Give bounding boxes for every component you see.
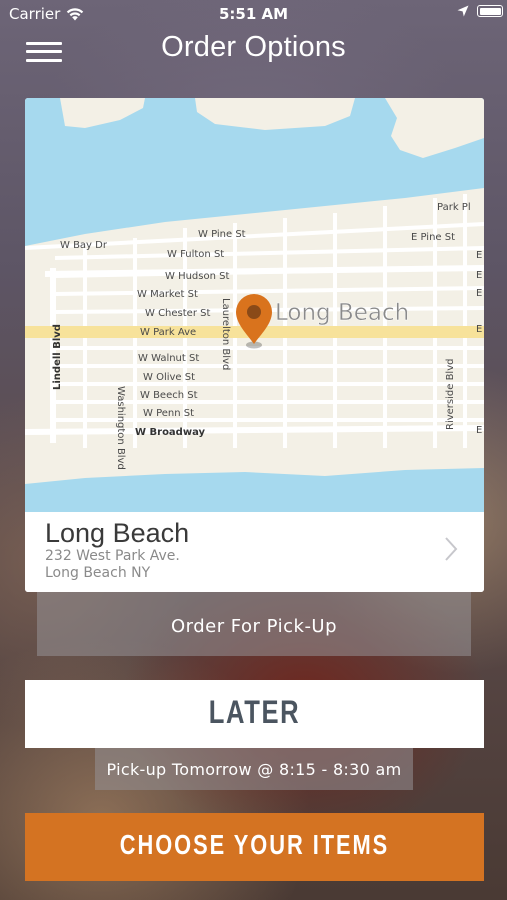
choose-items-label: CHOOSE YOUR ITEMS — [119, 829, 390, 860]
street-riverside-blvd: Riverside Blvd — [445, 359, 456, 430]
order-type-pickup[interactable]: Order For Pick-Up — [37, 592, 471, 656]
location-address-line2: Long Beach NY — [45, 565, 151, 581]
street-w-olive-st: W Olive St — [143, 372, 195, 383]
street-w-beech-st: W Beech St — [140, 390, 198, 401]
status-right — [457, 5, 503, 17]
street-w-market-st: W Market St — [137, 289, 198, 300]
location-card: Park Pl W Bay Dr W Pine St E Pine St W F… — [25, 98, 484, 592]
order-type-label: Order For Pick-Up — [170, 616, 338, 637]
street-edge-e4: E — [476, 324, 482, 335]
location-name: Long Beach — [45, 518, 190, 548]
street-w-penn-st: W Penn St — [143, 408, 194, 419]
location-info[interactable]: Long Beach 232 West Park Ave. Long Beach… — [25, 512, 484, 592]
street-laurelton-blvd: Laurelton Blvd — [220, 298, 231, 370]
street-lindell-blvd: Lindell Blvd — [52, 324, 63, 390]
location-map[interactable]: Park Pl W Bay Dr W Pine St E Pine St W F… — [25, 98, 484, 512]
street-edge-e3: E — [476, 288, 482, 299]
street-w-pine-st: W Pine St — [198, 229, 246, 240]
street-w-walnut-st: W Walnut St — [138, 353, 199, 364]
street-park-pl: Park Pl — [437, 202, 471, 213]
street-w-bay-dr: W Bay Dr — [60, 240, 108, 251]
status-bar: Carrier 5:51 AM — [0, 0, 507, 28]
pickup-time-info: Pick-up Tomorrow @ 8:15 - 8:30 am — [95, 748, 413, 790]
location-arrow-icon — [457, 5, 469, 17]
choose-items-button[interactable]: CHOOSE YOUR ITEMS — [25, 813, 484, 881]
location-address-line1: 232 West Park Ave. — [45, 548, 180, 564]
street-w-hudson-st: W Hudson St — [165, 271, 229, 282]
later-button[interactable]: LATER — [25, 680, 484, 748]
street-washington-blvd: Washington Blvd — [115, 386, 126, 470]
chevron-right-icon — [445, 537, 458, 561]
street-w-fulton-st: W Fulton St — [167, 249, 224, 260]
battery-icon — [477, 5, 503, 17]
street-w-park-ave: W Park Ave — [140, 327, 196, 338]
street-w-broadway: W Broadway — [135, 427, 206, 438]
street-edge-e5: E — [476, 425, 482, 436]
page-title: Order Options — [161, 31, 346, 63]
status-time: 5:51 AM — [218, 5, 289, 23]
map-place-label: Long Beach — [275, 300, 409, 326]
later-button-label: LATER — [208, 694, 301, 730]
street-edge-e2: E — [476, 270, 482, 281]
street-w-chester-st: W Chester St — [145, 308, 210, 319]
pickup-time-label: Pick-up Tomorrow @ 8:15 - 8:30 am — [106, 760, 402, 779]
street-e-pine-st: E Pine St — [411, 232, 455, 243]
street-edge-e1: E — [476, 250, 482, 261]
